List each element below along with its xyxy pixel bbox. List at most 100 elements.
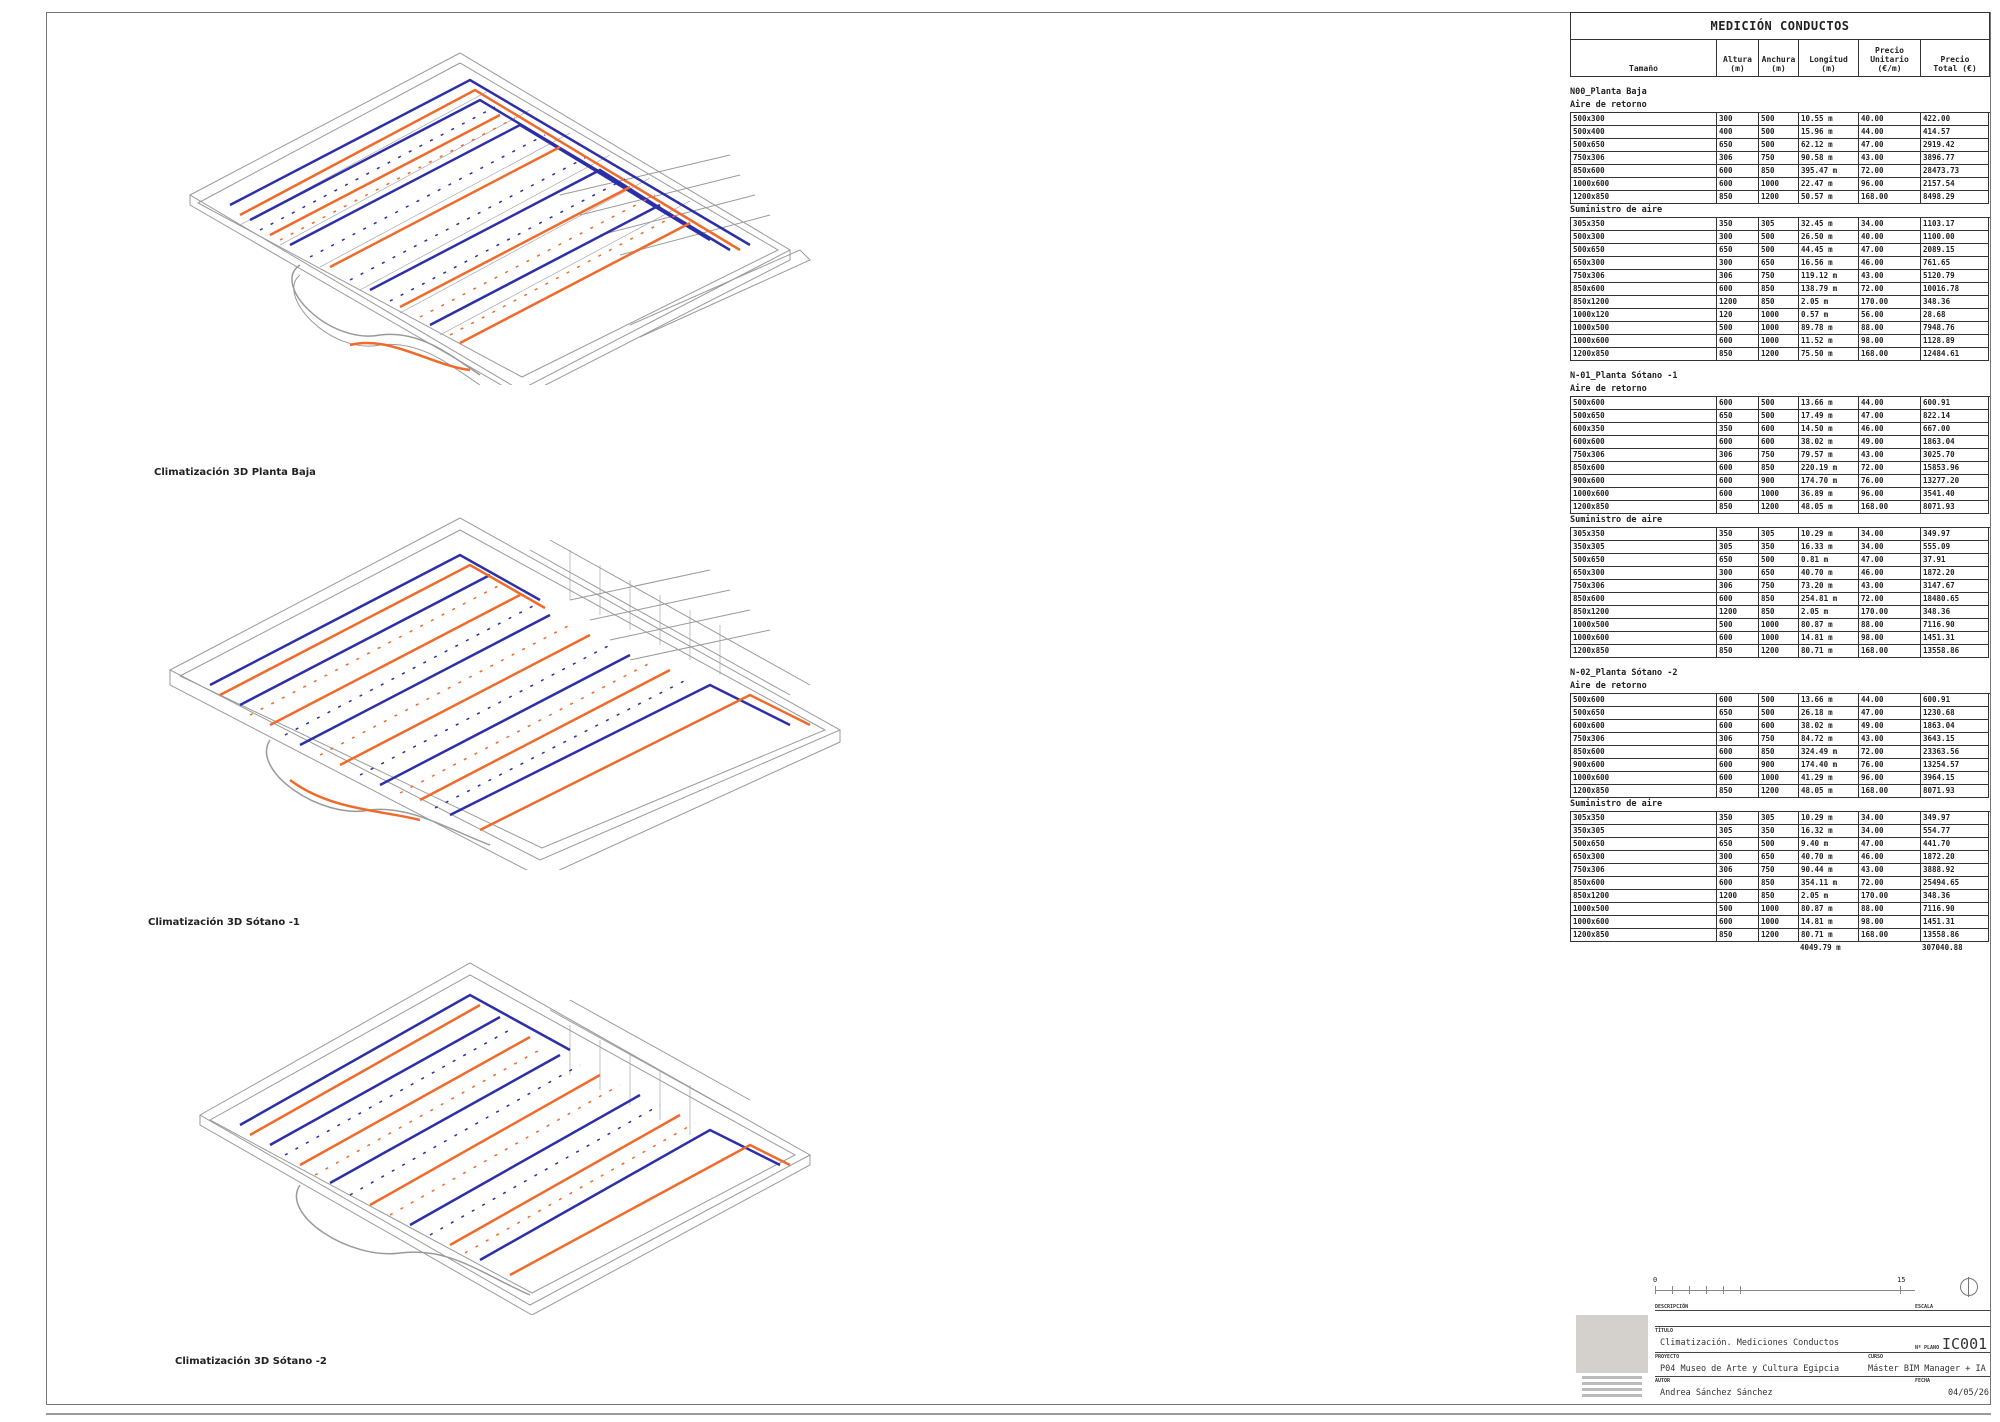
table-cell: 750x306 — [1571, 733, 1717, 746]
table-cell: 500x650 — [1571, 554, 1717, 567]
table-cell: 15853.96 — [1921, 462, 1989, 475]
table-cell: 1000x600 — [1571, 772, 1717, 785]
table-cell: 1000x500 — [1571, 619, 1717, 632]
table-cell: 13254.57 — [1921, 759, 1989, 772]
table-cell: 750x306 — [1571, 864, 1717, 877]
table-cell: 900 — [1759, 759, 1799, 772]
table-row: 1000x600 600 1000 36.89 m 96.00 3541.40 — [1571, 488, 1990, 501]
table-cell: 34.00 — [1859, 825, 1921, 838]
table-row: 750x306 306 750 84.72 m 43.00 3643.15 — [1571, 733, 1990, 746]
table-cell: 1000 — [1759, 178, 1799, 191]
table-row: 350x305 305 350 16.32 m 34.00 554.77 — [1571, 825, 1990, 838]
table-cell: 14.50 m — [1799, 423, 1859, 436]
caption-basement-2: Climatización 3D Sótano -2 — [175, 1356, 327, 1367]
table-cell: 170.00 — [1859, 890, 1921, 903]
table-cell: 13277.20 — [1921, 475, 1989, 488]
table-cell: 600 — [1717, 632, 1759, 645]
table-cell: 3888.92 — [1921, 864, 1989, 877]
course-label: CURSO — [1868, 1354, 1884, 1360]
table-cell: 25494.65 — [1921, 877, 1989, 890]
total-length: 4049.79 m — [1800, 943, 1841, 952]
table-cell: 305 — [1717, 541, 1759, 554]
table-cell: 306 — [1717, 733, 1759, 746]
table-row: 500x600 600 500 13.66 m 44.00 600.91 — [1571, 397, 1990, 410]
table-cell: 168.00 — [1859, 929, 1921, 942]
table-row: 850x600 600 850 220.19 m 72.00 15853.96 — [1571, 462, 1990, 475]
table-cell: 2.05 m — [1799, 890, 1859, 903]
table-row: 1000x600 600 1000 14.81 m 98.00 1451.31 — [1571, 916, 1990, 929]
table-cell: 168.00 — [1859, 785, 1921, 798]
table-cell: 1200x850 — [1571, 348, 1717, 361]
table-cell: 50.57 m — [1799, 191, 1859, 204]
table-cell: 96.00 — [1859, 488, 1921, 501]
table-cell: 350x305 — [1571, 541, 1717, 554]
table-cell: 850 — [1759, 462, 1799, 475]
table-cell: 850x600 — [1571, 283, 1717, 296]
sheet-title: Climatización. Mediciones Conductos — [1660, 1338, 1840, 1348]
table-cell: 43.00 — [1859, 864, 1921, 877]
table-cell: 300 — [1717, 257, 1759, 270]
table-cell: 350 — [1717, 218, 1759, 231]
table-cell: 650 — [1717, 707, 1759, 720]
table-cell: 305x350 — [1571, 218, 1717, 231]
table-cell: 49.00 — [1859, 720, 1921, 733]
title-block: 0 15 DESCRIPCIÓN ESCALA TÍTULO Climatiza… — [1570, 1268, 1990, 1405]
table-cell: 900x600 — [1571, 759, 1717, 772]
table-row: 600x350 350 600 14.50 m 46.00 667.00 — [1571, 423, 1990, 436]
table-row: 750x306 306 750 79.57 m 43.00 3025.70 — [1571, 449, 1990, 462]
table-cell: 500 — [1759, 554, 1799, 567]
table-cell: 850x600 — [1571, 462, 1717, 475]
table-cell: 354.11 m — [1799, 877, 1859, 890]
table-row: 1200x850 850 1200 50.57 m 168.00 8498.29 — [1571, 191, 1990, 204]
table-cell: 850 — [1717, 191, 1759, 204]
group-rows: 305x350 350 305 10.29 m 34.00 349.97 350x305 30… — [1570, 527, 1990, 658]
table-cell: 600 — [1759, 423, 1799, 436]
table-cell: 38.02 m — [1799, 720, 1859, 733]
table-cell: 1100.00 — [1921, 231, 1989, 244]
group-title: Suministro de aire — [1570, 205, 1663, 215]
table-cell: 46.00 — [1859, 423, 1921, 436]
hvac-3d-basement-1 — [150, 510, 850, 870]
table-cell: 600 — [1717, 165, 1759, 178]
school-logo — [1576, 1315, 1648, 1403]
table-cell: 34.00 — [1859, 218, 1921, 231]
table-cell: 47.00 — [1859, 707, 1921, 720]
table-cell: 44.00 — [1859, 694, 1921, 707]
table-cell: 174.70 m — [1799, 475, 1859, 488]
table-row: 850x600 600 850 395.47 m 72.00 28473.73 — [1571, 165, 1990, 178]
table-cell: 306 — [1717, 270, 1759, 283]
table-cell: 850x1200 — [1571, 296, 1717, 309]
table-cell: 600 — [1759, 720, 1799, 733]
group-title: Suministro de aire — [1570, 799, 1663, 809]
table-row: 1200x850 850 1200 80.71 m 168.00 13558.86 — [1571, 645, 1990, 658]
header-length: Longitud (m) — [1799, 40, 1859, 76]
table-row: 1000x600 600 1000 11.52 m 98.00 1128.89 — [1571, 335, 1990, 348]
table-cell: 3025.70 — [1921, 449, 1989, 462]
table-cell: 305x350 — [1571, 812, 1717, 825]
table-cell: 850 — [1759, 746, 1799, 759]
table-cell: 72.00 — [1859, 746, 1921, 759]
table-cell: 650 — [1717, 139, 1759, 152]
table-cell: 900x600 — [1571, 475, 1717, 488]
table-row: 1000x600 600 1000 22.47 m 96.00 2157.54 — [1571, 178, 1990, 191]
table-cell: 900 — [1759, 475, 1799, 488]
table-row: 850x1200 1200 850 2.05 m 170.00 348.36 — [1571, 890, 1990, 903]
table-row: 750x306 306 750 119.12 m 43.00 5120.79 — [1571, 270, 1990, 283]
table-cell: 16.56 m — [1799, 257, 1859, 270]
table-cell: 850 — [1717, 929, 1759, 942]
table-cell: 500 — [1759, 707, 1799, 720]
table-cell: 350x305 — [1571, 825, 1717, 838]
table-cell: 850x600 — [1571, 593, 1717, 606]
table-cell: 43.00 — [1859, 152, 1921, 165]
table-cell: 1200 — [1717, 606, 1759, 619]
table-cell: 850 — [1717, 501, 1759, 514]
table-row: 650x300 300 650 40.70 m 46.00 1872.20 — [1571, 851, 1990, 864]
table-cell: 650x300 — [1571, 851, 1717, 864]
table-cell: 28473.73 — [1921, 165, 1989, 178]
table-cell: 850x600 — [1571, 165, 1717, 178]
table-row: 1000x600 600 1000 41.29 m 96.00 3964.15 — [1571, 772, 1990, 785]
caption-basement-1: Climatización 3D Sótano -1 — [148, 917, 300, 928]
table-cell: 500x600 — [1571, 694, 1717, 707]
table-cell: 500x650 — [1571, 410, 1717, 423]
table-cell: 10016.78 — [1921, 283, 1989, 296]
